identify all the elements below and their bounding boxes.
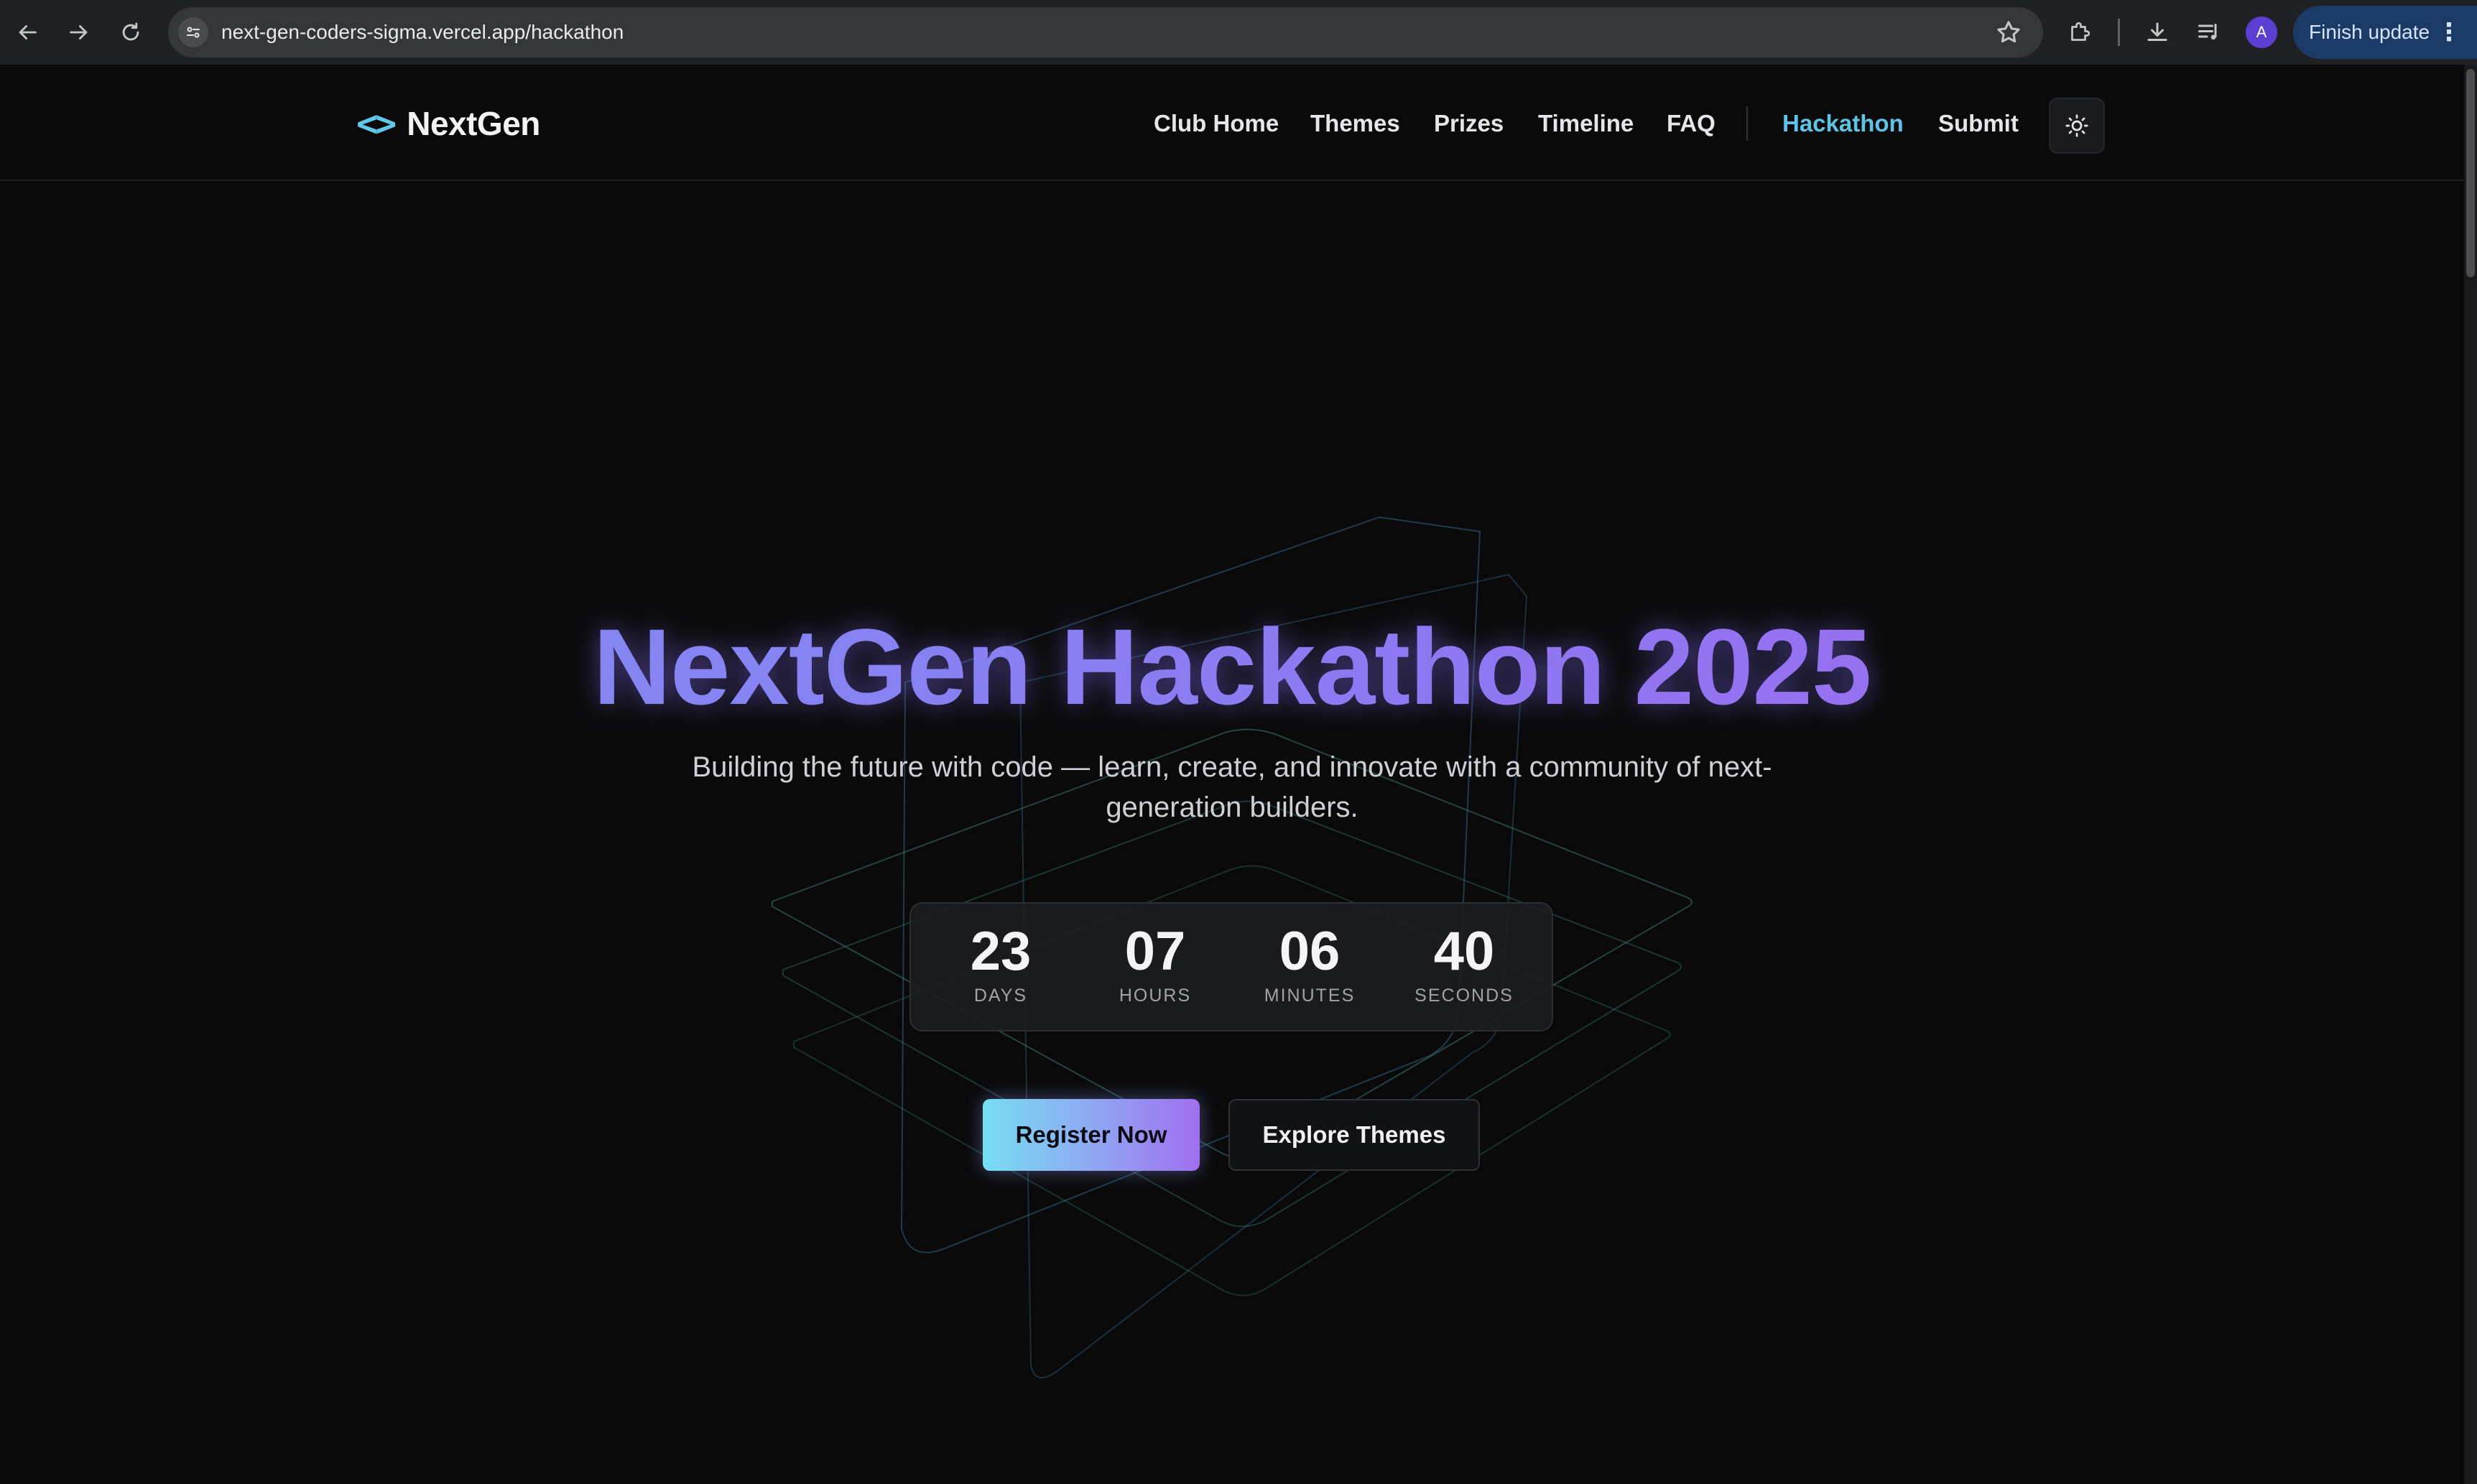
browser-toolbar: next-gen-coders-sigma.vercel.app/hackath… [0,0,2477,65]
countdown-minutes: 06 MINUTES [1238,922,1381,1006]
countdown-seconds: 40 SECONDS [1392,922,1536,1006]
puzzle-icon [2071,22,2091,41]
extensions-button[interactable] [2062,14,2098,50]
url-text[interactable]: next-gen-coders-sigma.vercel.app/hackath… [221,7,624,57]
finish-update-label: Finish update [2309,21,2430,43]
theme-toggle-button[interactable] [2049,98,2105,154]
countdown-hours: 07 HOURS [1083,922,1227,1006]
page-scrollbar[interactable] [2464,65,2477,1484]
countdown-days: 23 DAYS [929,922,1073,1006]
scrollbar-thumb[interactable] [2466,69,2475,277]
nav-submit[interactable]: Submit [1938,102,2019,145]
media-controls-button[interactable] [2191,14,2227,50]
nav-club-home[interactable]: Club Home [1154,102,1279,145]
download-icon [2147,22,2167,41]
nav-themes[interactable]: Themes [1310,102,1400,145]
nav-divider [1746,106,1748,141]
nav-timeline[interactable]: Timeline [1538,102,1634,145]
countdown-seconds-label: SECONDS [1415,986,1514,1006]
sun-icon [2065,114,2088,137]
hero-subtitle: Building the future with code — learn, c… [692,751,1772,823]
logo-text: NextGen [407,105,540,142]
countdown-days-label: DAYS [973,986,1028,1006]
countdown-timer: 23 DAYS 07 HOURS 06 MINUTES 40 SECONDS [909,902,1553,1031]
site-logo[interactable]: <> NextGen [356,102,540,145]
site-header: <> NextGen Club Home Themes Prizes Timel… [0,65,2464,181]
site-info-icon[interactable] [178,17,208,47]
nav-hackathon[interactable]: Hackathon [1782,102,1904,145]
more-menu-icon[interactable]: ⋮ [2437,6,2461,59]
nav-prizes[interactable]: Prizes [1434,102,1504,145]
reload-button[interactable] [112,14,149,51]
nav-faq[interactable]: FAQ [1667,102,1716,145]
address-bar[interactable]: next-gen-coders-sigma.vercel.app/hackath… [168,7,2043,57]
page-viewport: <> NextGen Club Home Themes Prizes Timel… [0,65,2464,1484]
code-brackets-icon: <> [356,103,397,144]
arrow-right-icon [70,25,88,40]
back-button[interactable] [9,14,46,51]
forward-button[interactable] [60,14,98,51]
countdown-minutes-value: 06 [1279,921,1341,982]
arrow-left-icon [19,25,37,40]
playlist-icon [2198,24,2217,40]
finish-update-button[interactable]: Finish update ⋮ [2293,6,2477,59]
countdown-minutes-label: MINUTES [1264,986,1356,1006]
downloads-button[interactable] [2139,14,2175,50]
countdown-days-value: 23 [970,921,1032,982]
toolbar-divider [2118,19,2120,46]
hero-title: NextGen Hackathon 2025 [0,605,2464,729]
countdown-seconds-value: 40 [1433,921,1495,982]
bookmark-star-icon[interactable] [1994,18,2023,47]
profile-avatar[interactable]: A [2246,17,2277,48]
countdown-hours-value: 07 [1124,921,1186,982]
register-now-button[interactable]: Register Now [983,1099,1200,1171]
reload-icon [122,22,139,41]
explore-themes-button[interactable]: Explore Themes [1228,1099,1480,1171]
countdown-hours-label: HOURS [1119,986,1192,1006]
